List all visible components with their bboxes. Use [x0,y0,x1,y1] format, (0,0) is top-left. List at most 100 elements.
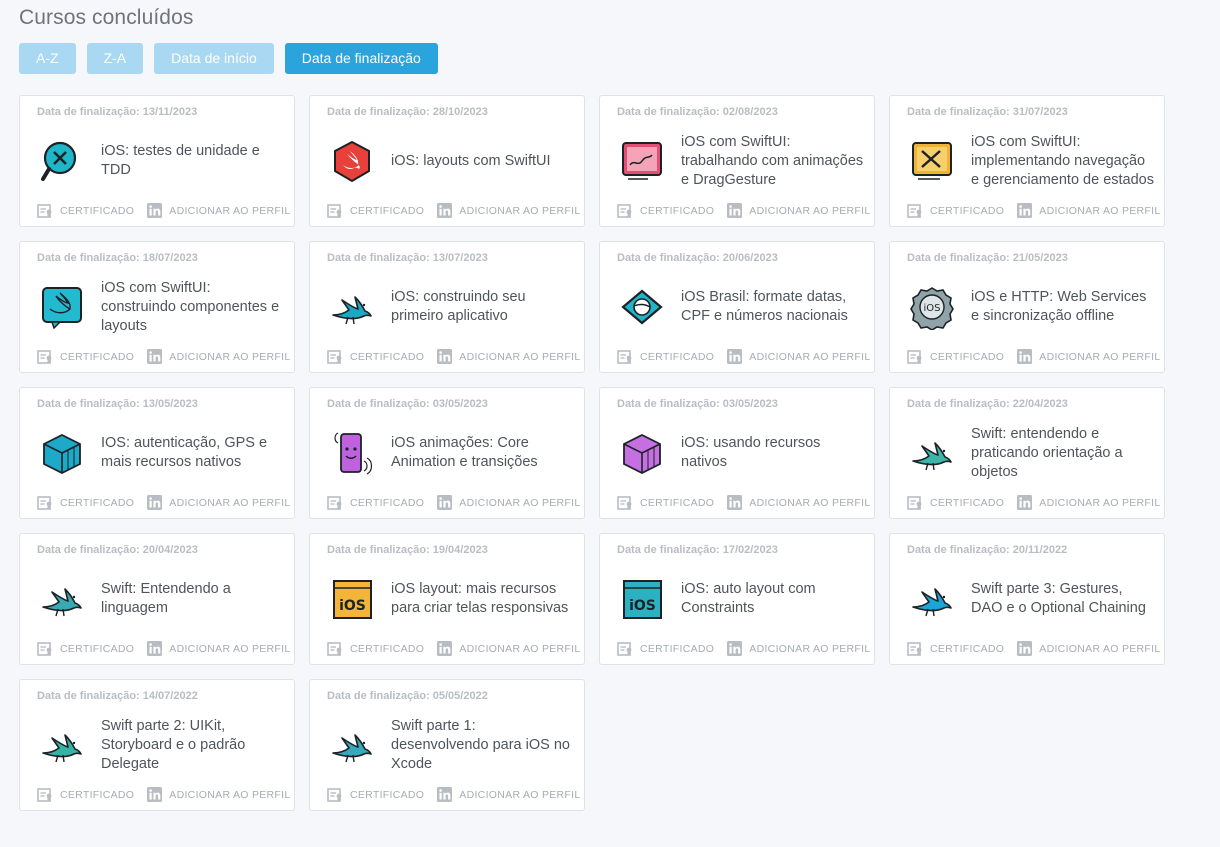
add-to-profile-button[interactable]: ADICIONAR AO PERFIL [437,787,580,802]
certificate-icon [907,495,922,510]
add-to-profile-button[interactable]: ADICIONAR AO PERFIL [147,203,290,218]
certificate-button[interactable]: CERTIFICADO [327,641,424,656]
sort-za-button[interactable]: Z-A [86,43,144,74]
course-title: Swift parte 1: desenvolvendo para iOS no… [391,717,570,772]
course-link[interactable]: Swift parte 2: UIKit, Storyboard e o pad… [37,708,286,782]
certificate-button[interactable]: CERTIFICADO [907,203,1004,218]
certificate-button[interactable]: CERTIFICADO [37,349,134,364]
card-actions: CERTIFICADO ADICIONAR AO PERFIL [907,495,1161,510]
tablet-drawing-icon [620,139,665,184]
course-title: Swift: entendendo e praticando orientaçã… [971,425,1123,480]
certificate-icon [37,495,52,510]
add-to-profile-button[interactable]: ADICIONAR AO PERFIL [727,641,870,656]
course-link[interactable]: iOS: usando recursos nativos [617,416,866,490]
certificate-button[interactable]: CERTIFICADO [617,495,714,510]
brazil-flag-icon [620,285,665,330]
course-title: IOS: autenticação, GPS e mais recursos n… [101,435,268,470]
course-link[interactable]: iOS: testes de unidade e TDD [37,124,286,198]
add-to-profile-label: ADICIONAR AO PERFIL [1039,350,1161,363]
add-to-profile-button[interactable]: ADICIONAR AO PERFIL [147,349,290,364]
course-link[interactable]: iOS com SwiftUI: construindo componentes… [37,270,286,344]
certificate-button[interactable]: CERTIFICADO [327,787,424,802]
linkedin-icon [437,787,453,802]
course-title: Swift parte 2: UIKit, Storyboard e o pad… [101,717,246,772]
certificate-button[interactable]: CERTIFICADO [907,349,1005,364]
linkedin-icon [437,349,453,364]
course-card: Data de finalização: 13/05/2023 IOS: aut… [19,387,295,519]
course-link[interactable]: iOS iOS: auto layout com Constraints [617,562,866,636]
certificate-button[interactable]: CERTIFICADO [617,641,714,656]
certificate-icon [907,641,922,656]
certificate-button[interactable]: CERTIFICADO [327,349,424,364]
course-link[interactable]: iOS animações: Core Animation e transiçõ… [327,416,576,490]
certificate-icon [37,641,52,656]
course-card: Data de finalização: 14/07/2022 Swift pa… [19,679,295,811]
swift-bird-icon [910,431,955,476]
add-to-profile-button[interactable]: ADICIONAR AO PERFIL [437,641,580,656]
course-link[interactable]: iOS: construindo seu primeiro aplicativo [327,270,576,344]
add-to-profile-button[interactable]: ADICIONAR AO PERFIL [1017,495,1160,510]
card-actions: CERTIFICADO ADICIONAR AO PERFIL [327,787,581,802]
linkedin-icon [147,495,163,510]
linkedin-icon [147,787,163,802]
add-to-profile-button[interactable]: ADICIONAR AO PERFIL [147,495,290,510]
card-actions: CERTIFICADO ADICIONAR AO PERFIL [617,641,871,656]
add-to-profile-button[interactable]: ADICIONAR AO PERFIL [1017,641,1160,656]
swift-bird-icon [330,723,375,768]
sort-start-date-button[interactable]: Data de início [154,43,274,74]
linkedin-icon [437,495,453,510]
completion-date: Data de finalização: 17/02/2023 [617,544,778,556]
linkedin-icon [147,349,163,364]
certificate-icon [327,787,342,802]
course-link[interactable]: IOS: autenticação, GPS e mais recursos n… [37,416,286,490]
add-to-profile-button[interactable]: ADICIONAR AO PERFIL [147,787,290,802]
card-actions: CERTIFICADO ADICIONAR AO PERFIL [907,203,1161,218]
course-card: Data de finalização: 13/07/2023 iOS: con… [309,241,585,373]
course-card: Data de finalização: 20/06/2023 iOS Bras… [599,241,875,373]
add-to-profile-button[interactable]: ADICIONAR AO PERFIL [727,349,870,364]
certificate-button[interactable]: CERTIFICADO [907,641,1004,656]
add-to-profile-button[interactable]: ADICIONAR AO PERFIL [437,495,580,510]
svg-text:iOS: iOS [339,598,366,614]
certificate-button[interactable]: CERTIFICADO [37,787,134,802]
certificate-button[interactable]: CERTIFICADO [617,349,714,364]
course-link[interactable]: Swift: Entendendo a linguagem [37,562,286,636]
add-to-profile-label: ADICIONAR AO PERFIL [169,204,291,217]
course-link[interactable]: iOS: layouts com SwiftUI [327,124,576,198]
certificate-label: CERTIFICADO [930,350,1005,363]
add-to-profile-button[interactable]: ADICIONAR AO PERFIL [727,203,870,218]
course-link[interactable]: iOS com SwiftUI: implementando navegação… [907,124,1156,198]
certificate-button[interactable]: CERTIFICADO [327,495,424,510]
certificate-button[interactable]: CERTIFICADO [617,203,714,218]
course-link[interactable]: iOS Brasil: formate datas, CPF e números… [617,270,866,344]
course-link[interactable]: Swift: entendendo e praticando orientaçã… [907,416,1156,490]
phone-animation-icon [330,431,375,476]
card-actions: CERTIFICADO ADICIONAR AO PERFIL [37,495,291,510]
sort-bar: A-Z Z-A Data de início Data de finalizaç… [19,43,438,74]
card-actions: CERTIFICADO ADICIONAR AO PERFIL [907,349,1161,364]
course-title: iOS: construindo seu primeiro aplicativo [391,289,526,324]
add-to-profile-button[interactable]: ADICIONAR AO PERFIL [1017,203,1160,218]
linkedin-icon [437,641,453,656]
add-to-profile-button[interactable]: ADICIONAR AO PERFIL [437,203,580,218]
course-link[interactable]: iOS com SwiftUI: trabalhando com animaçõ… [617,124,866,198]
add-to-profile-button[interactable]: ADICIONAR AO PERFIL [727,495,870,510]
certificate-button[interactable]: CERTIFICADO [37,641,134,656]
add-to-profile-button[interactable]: ADICIONAR AO PERFIL [147,641,290,656]
card-actions: CERTIFICADO ADICIONAR AO PERFIL [37,203,291,218]
course-link[interactable]: iOS iOS layout: mais recursos para criar… [327,562,576,636]
course-link[interactable]: Swift parte 1: desenvolvendo para iOS no… [327,708,576,782]
add-to-profile-button[interactable]: ADICIONAR AO PERFIL [437,349,580,364]
certificate-button[interactable]: CERTIFICADO [327,203,424,218]
sort-end-date-button[interactable]: Data de finalização [284,43,438,74]
sort-az-button[interactable]: A-Z [19,43,76,74]
certificate-button[interactable]: CERTIFICADO [37,203,134,218]
certificate-button[interactable]: CERTIFICADO [907,495,1004,510]
certificate-icon [617,203,632,218]
course-link[interactable]: Swift parte 3: Gestures, DAO e o Optiona… [907,562,1156,636]
linkedin-icon [147,641,163,656]
certificate-button[interactable]: CERTIFICADO [37,495,134,510]
linkedin-icon [727,349,743,364]
course-link[interactable]: iOS iOS e HTTP: Web Services e sincroniz… [907,270,1156,344]
add-to-profile-button[interactable]: ADICIONAR AO PERFIL [1017,349,1160,364]
